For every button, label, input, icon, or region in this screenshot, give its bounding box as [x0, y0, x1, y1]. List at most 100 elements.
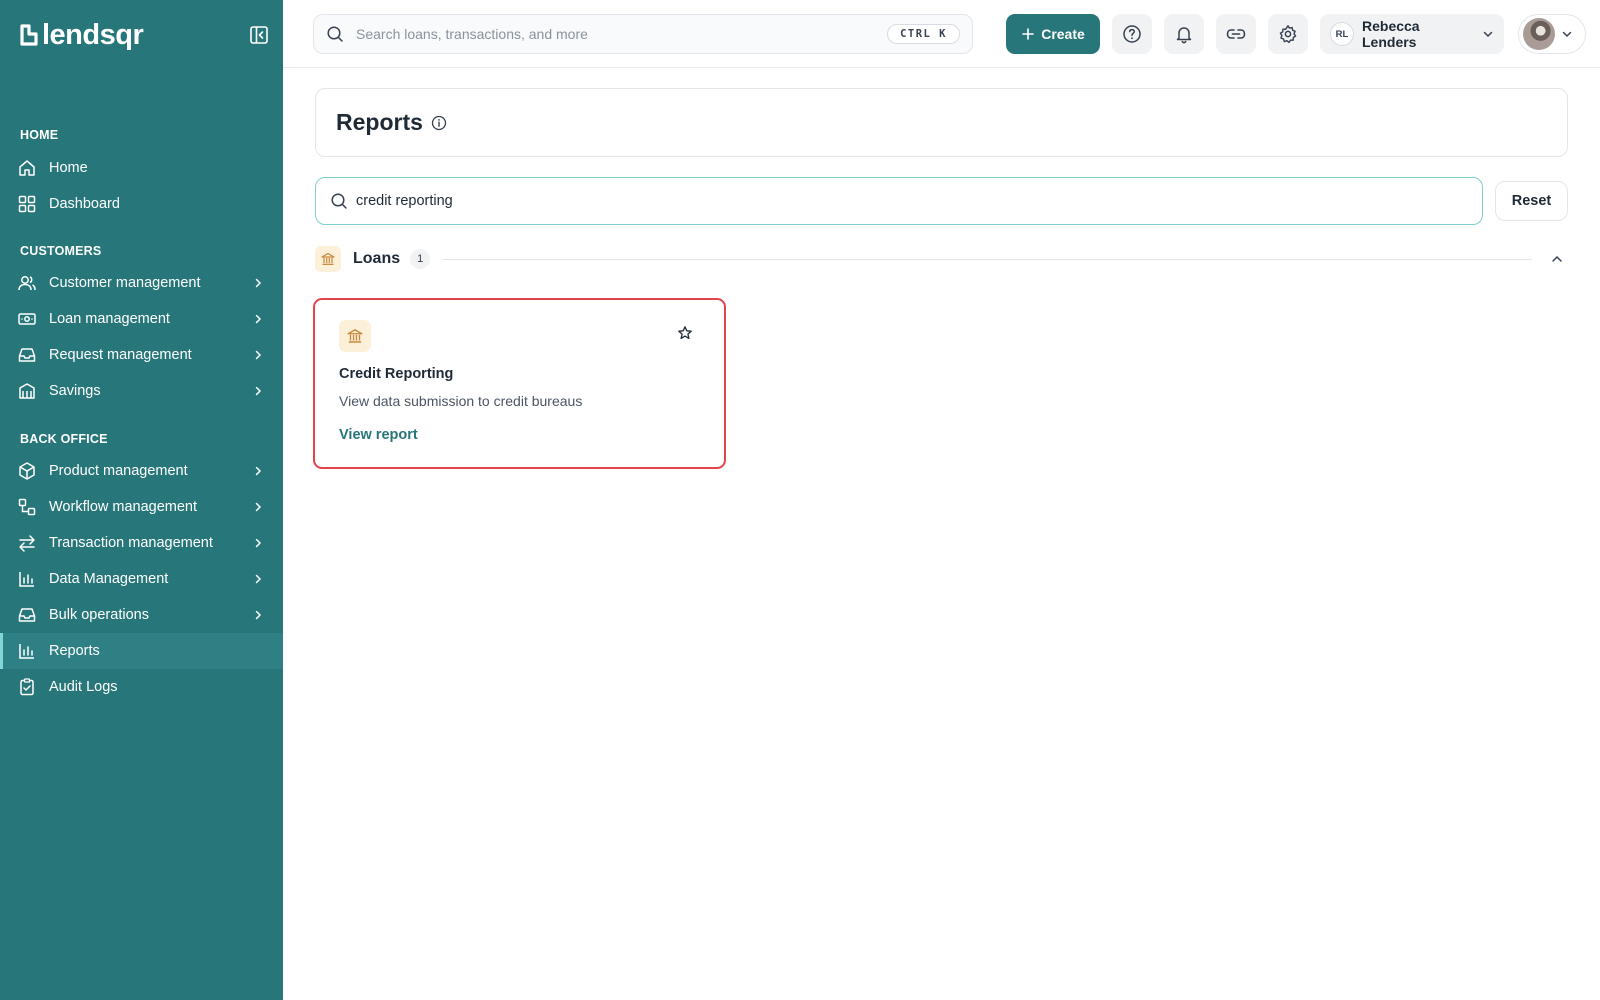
- chevron-right-icon: [251, 312, 265, 326]
- group-label: Loans: [353, 250, 401, 267]
- card-title: Credit Reporting: [339, 366, 454, 382]
- sidebar-item-home[interactable]: Home: [0, 150, 283, 186]
- sidebar-item-label: Data Management: [49, 571, 169, 587]
- star-icon: [678, 326, 692, 340]
- notifications-button[interactable]: [1164, 14, 1204, 54]
- settings-button[interactable]: [1268, 14, 1308, 54]
- sidebar-item-label: Reports: [49, 643, 100, 659]
- sidebar-item-savings[interactable]: Savings: [0, 373, 283, 409]
- chevron-right-icon: [251, 608, 265, 622]
- inbox-icon: [17, 345, 37, 365]
- workflow-icon: [17, 497, 37, 517]
- sidebar-item-label: Bulk operations: [49, 607, 149, 623]
- view-report-link[interactable]: View report: [339, 427, 418, 443]
- link-icon: [1226, 29, 1246, 39]
- lendsqr-logo-icon: [20, 24, 38, 46]
- reports-search[interactable]: [315, 177, 1483, 225]
- dashboard-icon: [17, 194, 37, 214]
- bar-chart-icon: [17, 641, 37, 661]
- nav-section-customers: CUSTOMERS Customer management Loan manag…: [0, 240, 283, 409]
- chevron-down-icon: [1483, 31, 1493, 38]
- help-button[interactable]: [1112, 14, 1152, 54]
- sidebar-item-loan-management[interactable]: Loan management: [0, 301, 283, 337]
- bell-icon: [1176, 27, 1192, 44]
- transfer-icon: [17, 533, 37, 553]
- chevron-down-icon: [1562, 31, 1572, 38]
- group-divider: [442, 258, 1532, 260]
- collapse-sidebar-button[interactable]: [248, 24, 270, 46]
- global-search[interactable]: CTRL K: [313, 14, 973, 54]
- cash-icon: [17, 309, 37, 329]
- chevron-right-icon: [251, 384, 265, 398]
- sidebar-item-label: Product management: [49, 463, 188, 479]
- sidebar-item-label: Workflow management: [49, 499, 198, 515]
- avatar: [1523, 18, 1555, 50]
- sidebar-item-reports[interactable]: Reports: [0, 633, 283, 669]
- reports-search-input[interactable]: [356, 193, 1468, 209]
- sidebar-item-bulk-operations[interactable]: Bulk operations: [0, 597, 283, 633]
- sidebar-item-label: Savings: [49, 383, 101, 399]
- nav-section-back-office: BACK OFFICE Product management Workflow …: [0, 428, 283, 705]
- link-button[interactable]: [1216, 14, 1256, 54]
- box-icon: [17, 461, 37, 481]
- sidebar-item-label: Customer management: [49, 275, 201, 291]
- plus-icon: [1022, 28, 1035, 40]
- sidebar-item-request-management[interactable]: Request management: [0, 337, 283, 373]
- chevron-right-icon: [251, 464, 265, 478]
- sidebar-item-label: Request management: [49, 347, 192, 363]
- sidebar-item-transaction-management[interactable]: Transaction management: [0, 525, 283, 561]
- chevron-right-icon: [251, 572, 265, 586]
- page-title: Reports: [336, 109, 423, 135]
- sidebar-item-data-management[interactable]: Data Management: [0, 561, 283, 597]
- topbar: CTRL K Create RL Rebecca Lenders: [283, 0, 1600, 68]
- logo-row: lendsqr: [20, 18, 270, 52]
- group-count-badge: 1: [410, 249, 431, 269]
- bank-icon: [339, 320, 371, 352]
- search-icon: [330, 192, 348, 210]
- chevron-right-icon: [251, 276, 265, 290]
- home-icon: [17, 158, 37, 178]
- sidebar-item-label: Home: [49, 160, 88, 176]
- sidebar-item-product-management[interactable]: Product management: [0, 453, 283, 489]
- sidebar-collapse-icon: [250, 26, 268, 44]
- sidebar-item-label: Audit Logs: [49, 679, 118, 695]
- sidebar-item-label: Loan management: [49, 311, 170, 327]
- bar-chart-icon: [17, 569, 37, 589]
- report-group-header: Loans 1: [315, 244, 1568, 274]
- nav-section-home: HOME Home Dashboard: [0, 124, 283, 222]
- global-search-input[interactable]: [356, 26, 888, 42]
- logo[interactable]: lendsqr: [20, 19, 144, 52]
- help-icon: [1123, 25, 1141, 43]
- search-shortcut-badge: CTRL K: [887, 24, 960, 44]
- section-title-home: HOME: [20, 128, 59, 142]
- piggy-bank-icon: [17, 381, 37, 401]
- page-header: Reports: [315, 88, 1568, 157]
- inbox-icon: [17, 605, 37, 625]
- reset-button[interactable]: Reset: [1495, 181, 1568, 221]
- chevron-right-icon: [251, 536, 265, 550]
- user-initials-badge: RL: [1330, 22, 1354, 46]
- users-icon: [17, 273, 37, 293]
- sidebar-item-label: Transaction management: [49, 535, 213, 551]
- sidebar: lendsqr HOME Home Dashboard CUSTOMERS Cu…: [0, 0, 283, 1000]
- account-switcher[interactable]: RL Rebecca Lenders: [1320, 14, 1504, 54]
- create-button-label: Create: [1041, 26, 1085, 42]
- info-icon[interactable]: [431, 115, 447, 131]
- create-button[interactable]: Create: [1006, 14, 1100, 54]
- sidebar-item-dashboard[interactable]: Dashboard: [0, 186, 283, 222]
- chevron-right-icon: [251, 348, 265, 362]
- section-title-customers: CUSTOMERS: [20, 244, 102, 258]
- user-name: Rebecca Lenders: [1362, 18, 1420, 50]
- sidebar-item-label: Dashboard: [49, 196, 120, 212]
- favorite-button[interactable]: [676, 324, 694, 342]
- sidebar-item-workflow-management[interactable]: Workflow management: [0, 489, 283, 525]
- collapse-group-button[interactable]: [1546, 248, 1568, 270]
- report-card-credit-reporting[interactable]: Credit Reporting View data submission to…: [313, 298, 726, 469]
- gear-icon: [1279, 25, 1297, 44]
- chevron-right-icon: [251, 500, 265, 514]
- sidebar-item-audit-logs[interactable]: Audit Logs: [0, 669, 283, 705]
- search-icon: [326, 25, 344, 43]
- chevron-up-icon: [1552, 255, 1562, 262]
- profile-menu[interactable]: [1518, 14, 1586, 54]
- sidebar-item-customer-management[interactable]: Customer management: [0, 265, 283, 301]
